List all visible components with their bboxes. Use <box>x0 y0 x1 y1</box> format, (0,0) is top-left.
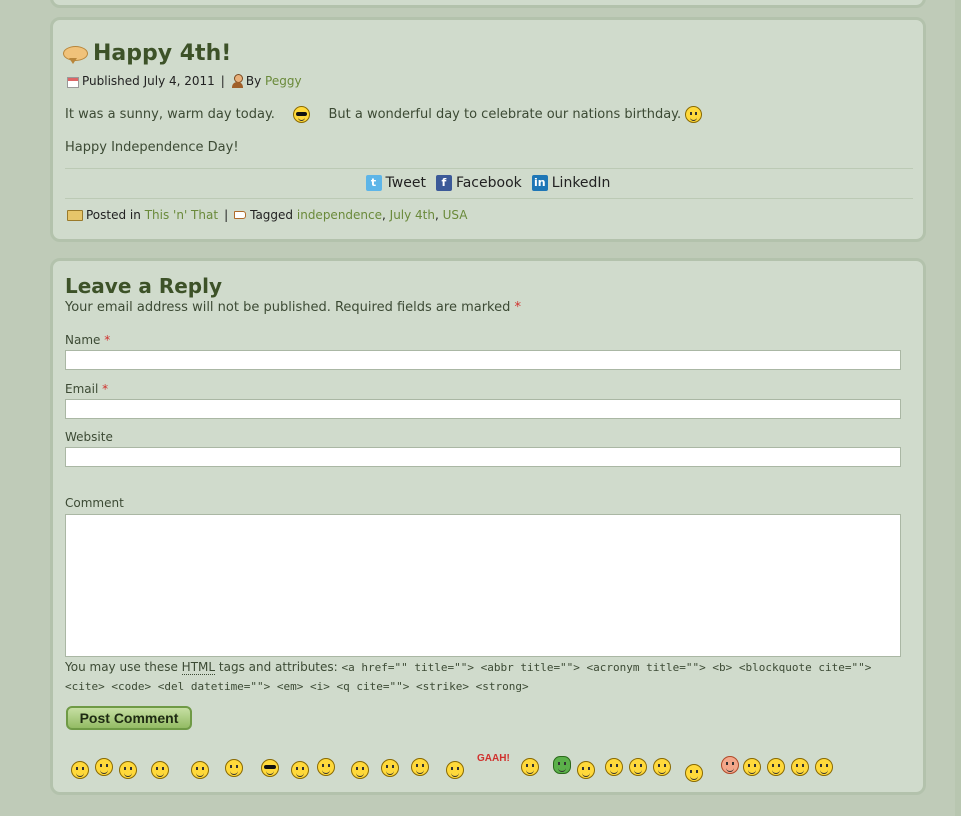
neutral-smiley-icon[interactable] <box>317 758 335 776</box>
shrug-smiley-icon[interactable] <box>381 759 399 777</box>
by-label: By <box>245 74 262 88</box>
tag-icon <box>234 211 247 219</box>
name-label-text: Name <box>65 333 101 347</box>
facebook-icon: f <box>435 175 452 191</box>
share-divider-bottom <box>65 198 913 199</box>
user-icon <box>231 74 244 88</box>
name-label: Name * <box>65 333 110 347</box>
blush-smiley-icon[interactable] <box>721 756 739 774</box>
thinking-smiley-icon[interactable] <box>291 761 309 779</box>
name-required-mark: * <box>104 333 111 347</box>
tagged-label: Tagged <box>250 208 294 222</box>
eyes-smiley-icon[interactable] <box>411 758 429 776</box>
post-panel: Happy 4th! Published July 4, 2011 | By P… <box>50 17 926 242</box>
post-paragraph-2: Happy Independence Day! <box>65 140 239 155</box>
reply-heading: Leave a Reply <box>65 274 223 298</box>
comment-textarea[interactable] <box>65 514 901 657</box>
frog-smiley-icon[interactable] <box>553 756 571 774</box>
reply-panel: Leave a Reply Your email address will no… <box>50 258 926 795</box>
allowed-suffix: tags and attributes: <box>218 660 338 674</box>
smile-icon[interactable] <box>95 758 113 776</box>
reply-note: Your email address will not be published… <box>65 300 521 315</box>
tweet-button[interactable]: t Tweet <box>365 175 426 191</box>
sleepy-smiley-icon[interactable] <box>653 758 671 776</box>
name-field[interactable] <box>65 350 901 370</box>
crying-smiley-icon[interactable] <box>577 761 595 779</box>
speech-bubble-icon <box>63 44 89 64</box>
post-comment-button[interactable]: Post Comment <box>66 706 192 730</box>
post-meta: Published July 4, 2011 | By Peggy <box>67 74 302 88</box>
category-link[interactable]: This 'n' That <box>145 208 218 222</box>
cool-smiley-icon[interactable] <box>261 759 279 777</box>
website-label: Website <box>65 430 113 444</box>
email-field[interactable] <box>65 399 901 419</box>
share-row: t Tweet f Facebook in LinkedIn <box>53 175 923 191</box>
happy-smiley-icon[interactable] <box>191 761 209 779</box>
post-title-row: Happy 4th! <box>63 38 231 68</box>
footer-separator: | <box>224 208 229 222</box>
post-footer: Posted in This 'n' That | Tagged indepen… <box>67 208 467 222</box>
post-text-1b: But a wonderful day to celebrate our nat… <box>328 107 682 122</box>
required-mark: * <box>514 300 522 315</box>
facebook-button[interactable]: f Facebook <box>435 175 522 191</box>
email-label: Email * <box>65 382 108 396</box>
tweet-label: Tweet <box>385 175 426 191</box>
cool-smiley-icon <box>293 106 311 123</box>
smiley-icon <box>685 106 703 123</box>
linkedin-button[interactable]: in LinkedIn <box>531 175 611 191</box>
wink-smiley-icon[interactable] <box>151 761 169 779</box>
calendar-icon <box>67 76 79 88</box>
angry-smiley-icon[interactable] <box>605 758 623 776</box>
sad-smiley-icon[interactable] <box>629 758 647 776</box>
allowed-tags-note: You may use these HTML tags and attribut… <box>65 658 905 696</box>
idea-smiley-icon[interactable] <box>521 758 539 776</box>
allowed-prefix: You may use these <box>65 660 178 674</box>
tag-link-july-4th[interactable]: July 4th <box>390 208 435 222</box>
linkedin-icon: in <box>531 175 548 191</box>
tag-link-usa[interactable]: USA <box>443 208 468 222</box>
folder-icon <box>67 209 83 221</box>
surprised-smiley-icon[interactable] <box>351 761 369 779</box>
page-edge <box>955 0 961 816</box>
email-required-mark: * <box>102 382 109 396</box>
grin-smiley-icon[interactable] <box>815 758 833 776</box>
website-field[interactable] <box>65 447 901 467</box>
cheer-smiley-icon[interactable] <box>225 759 243 777</box>
tag-link-independence[interactable]: independence <box>297 208 382 222</box>
post-title[interactable]: Happy 4th! <box>93 41 231 66</box>
rolleyes-smiley-icon[interactable] <box>743 758 761 776</box>
posted-in-label: Posted in <box>86 208 141 222</box>
post-paragraph-1: It was a sunny, warm day today. But a wo… <box>65 106 703 123</box>
comment-label: Comment <box>65 496 124 510</box>
meta-separator: | <box>220 74 225 88</box>
shock-smiley-icon[interactable] <box>767 758 785 776</box>
facebook-label: Facebook <box>455 175 522 191</box>
author-link[interactable]: Peggy <box>265 74 302 88</box>
smiley-toolbar: GAAH! <box>67 753 847 784</box>
smiley-icon[interactable] <box>71 761 89 779</box>
twitter-icon: t <box>365 175 382 191</box>
confused-smiley-icon[interactable] <box>446 761 464 779</box>
share-divider-top <box>65 168 913 169</box>
tongue-smiley-icon[interactable] <box>791 758 809 776</box>
post-text-1a: It was a sunny, warm day today. <box>65 107 275 122</box>
reply-note-text: Your email address will not be published… <box>65 300 511 315</box>
gaah-smiley-label[interactable]: GAAH! <box>477 753 510 764</box>
hug-smiley-icon[interactable] <box>685 764 703 782</box>
html-abbr: HTML <box>181 660 216 675</box>
linkedin-label: LinkedIn <box>551 175 611 191</box>
previous-post-panel-edge <box>50 0 926 8</box>
wave-smiley-icon[interactable] <box>119 761 137 779</box>
email-label-text: Email <box>65 382 99 396</box>
published-date: Published July 4, 2011 <box>82 74 215 88</box>
